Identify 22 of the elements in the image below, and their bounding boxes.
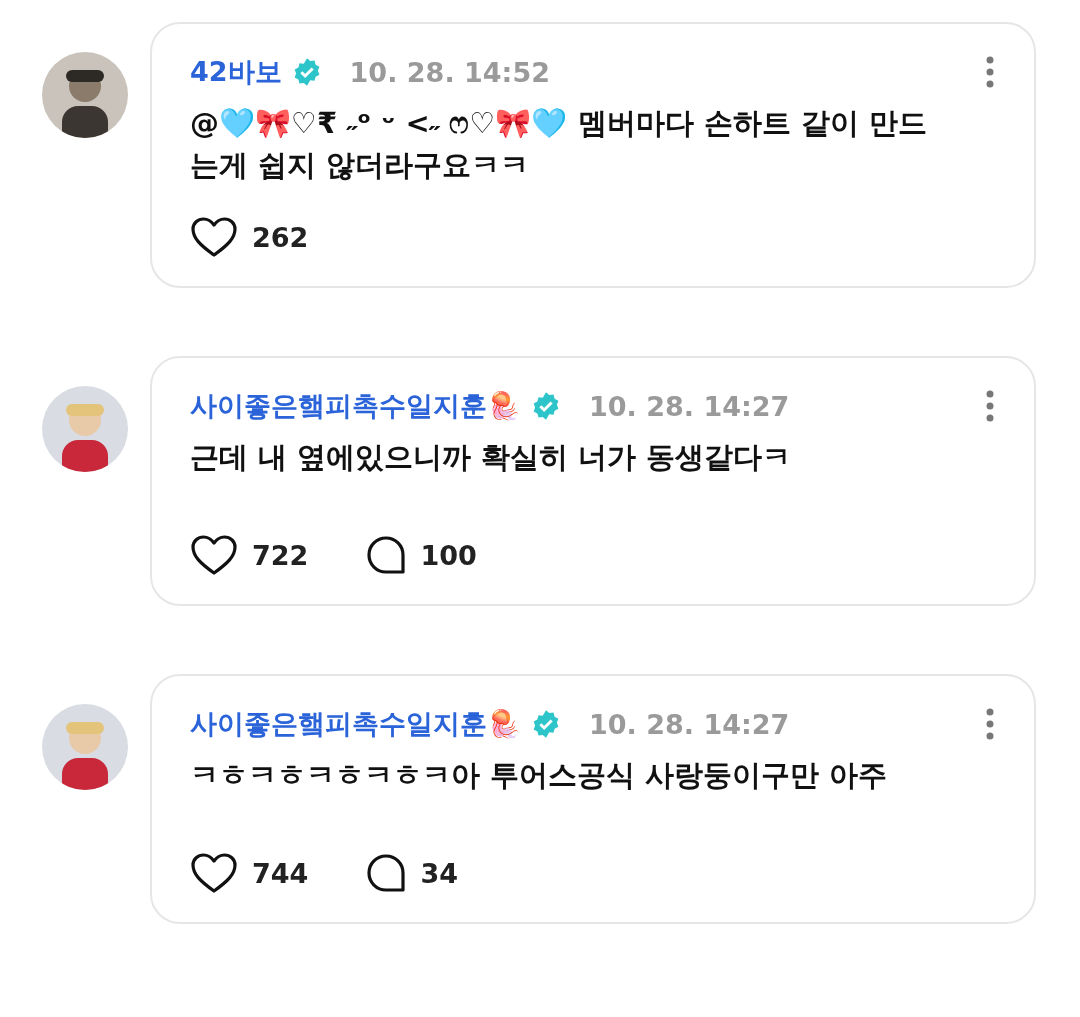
comment-text: ㅋㅎㅋㅎㅋㅎㅋㅎㅋ아 투어스공식 사랑둥이구만 아주 <box>190 757 889 795</box>
like-count: 744 <box>252 857 309 889</box>
heart-icon[interactable] <box>190 534 238 577</box>
reply-count: 34 <box>420 857 458 889</box>
timestamp: 10. 28. 14:27 <box>589 390 791 422</box>
heart-icon[interactable] <box>190 852 238 895</box>
more-options-icon[interactable] <box>986 708 994 741</box>
like-count: 722 <box>252 539 309 571</box>
more-options-icon[interactable] <box>986 56 994 88</box>
author-name[interactable]: 사이좋은햌피촉수일지훈🪼 <box>190 706 521 743</box>
like-count: 262 <box>252 221 309 253</box>
timestamp: 10. 28. 14:27 <box>589 708 791 740</box>
heart-icon[interactable] <box>190 216 238 259</box>
author-name[interactable]: 42바보 <box>190 54 282 90</box>
timestamp: 10. 28. 14:52 <box>349 56 551 88</box>
speech-bubble-icon[interactable] <box>366 853 407 894</box>
reply-count: 100 <box>420 539 477 571</box>
more-options-icon[interactable] <box>986 390 994 423</box>
speech-bubble-icon[interactable] <box>366 535 407 576</box>
comment-text: @🩵🎀♡₹ ˶ᵒ ᵕ <˶ ෆ♡🎀🩵 멤버마다 손하트 같이 만드는게 쉽지 않더라구요ㅋㅋ <box>190 105 928 185</box>
comment-text: 근데 내 옆에있으니까 확실히 너가 동생같다ㅋ <box>190 439 793 477</box>
author-name[interactable]: 사이좋은햌피촉수일지훈🪼 <box>190 388 521 425</box>
